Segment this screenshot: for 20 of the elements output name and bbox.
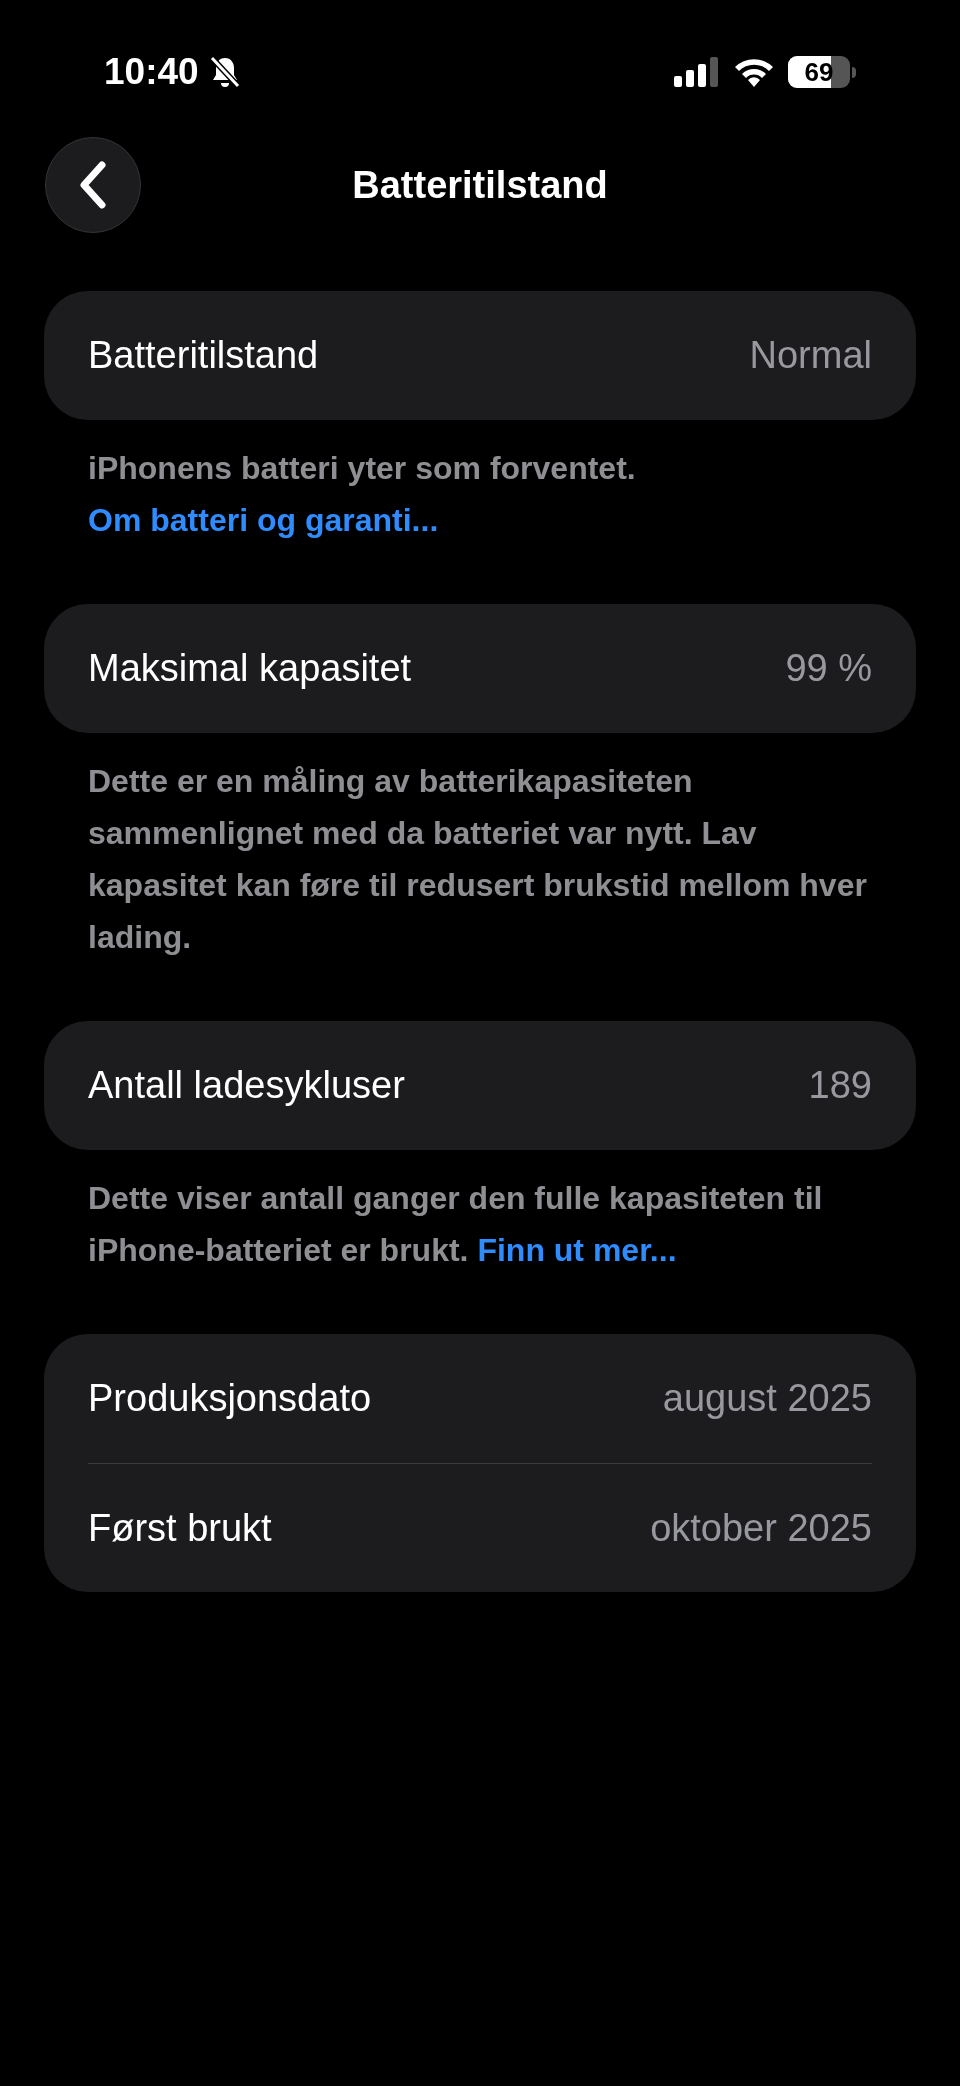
row-label: Først brukt xyxy=(88,1505,272,1551)
clock-time: 10:40 xyxy=(104,50,199,95)
footer-text: Dette er en måling av batterikapasiteten sammenlignet med da batteriet var nytt. Lav kapasitet kan føre til redusert brukstid mellom hver lading. xyxy=(87,762,868,957)
wifi-icon xyxy=(734,57,774,87)
row-value: 189 xyxy=(808,1063,872,1108)
row-value: Normal xyxy=(749,333,872,378)
chevron-left-icon xyxy=(78,161,108,209)
row-value: august 2025 xyxy=(662,1376,872,1421)
footer-text: Dette viser antall ganger den fulle kapasiteten til iPhone-batteriet er brukt. Finn ut mer... xyxy=(87,1179,824,1270)
row-label: Produksjonsdato xyxy=(88,1376,372,1421)
row-value: 99 % xyxy=(785,646,872,691)
link[interactable]: Om batteri og garanti... xyxy=(88,502,439,538)
row-label: Batteritilstand xyxy=(88,333,319,378)
page-title: Batteritilstand xyxy=(352,162,608,208)
cellular-signal-icon xyxy=(674,57,720,87)
row-label: Maksimal kapasitet xyxy=(88,646,412,691)
row-label: Antall ladesykluser xyxy=(88,1063,405,1108)
link[interactable]: Finn ut mer... xyxy=(477,1232,677,1268)
footer-text: iPhonens batteri yter som forventet. Om batteri og garanti... xyxy=(87,449,637,540)
row-value: oktober 2025 xyxy=(650,1505,872,1551)
